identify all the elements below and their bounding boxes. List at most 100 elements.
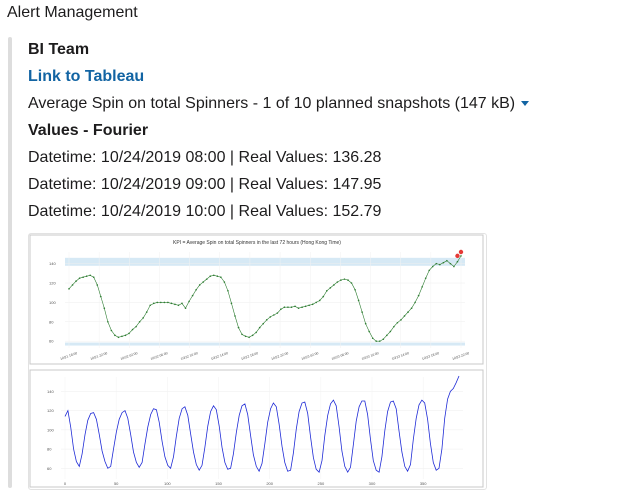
- data-point: [237, 326, 240, 329]
- y-tick-label: 100: [47, 427, 54, 432]
- tableau-link[interactable]: Link to Tableau: [28, 68, 144, 86]
- app-title: Alert Management: [7, 4, 138, 21]
- x-tick-label: 0: [64, 481, 67, 486]
- data-point: [456, 260, 459, 263]
- data-point: [308, 304, 310, 307]
- data-point: [241, 333, 243, 336]
- value-line: Datetime: 10/24/2019 08:00 | Real Values…: [28, 149, 382, 166]
- data-point: [287, 306, 289, 309]
- data-point: [290, 306, 293, 309]
- data-point: [269, 316, 272, 318]
- data-point: [152, 302, 155, 305]
- bottom-chart: 60 80 100 120 140 0 50 100 150 200 250 300 350: [29, 369, 484, 488]
- data-point: [315, 301, 318, 304]
- data-point: [265, 319, 268, 321]
- data-point: [99, 295, 102, 298]
- data-point: [304, 305, 307, 308]
- data-point: [407, 311, 409, 313]
- x-tick-label: 10/22 02:00: [120, 351, 138, 361]
- x-tick-label: 10/23 02:00: [301, 351, 319, 361]
- data-point: [96, 284, 99, 286]
- caret-down-icon[interactable]: [521, 101, 530, 107]
- x-tick-label: 10/21 18:00: [60, 351, 78, 361]
- data-point: [442, 261, 445, 264]
- data-point: [347, 279, 349, 281]
- data-point: [371, 337, 374, 340]
- data-point: [336, 281, 339, 283]
- data-point: [244, 335, 247, 338]
- data-point: [460, 255, 462, 257]
- data-point: [160, 301, 162, 304]
- x-tick-label: 10/21 22:00: [90, 351, 108, 361]
- top-grid: [65, 252, 465, 348]
- x-tick-label: 200: [266, 481, 273, 486]
- data-point: [177, 304, 180, 307]
- data-point: [114, 334, 116, 337]
- data-point: [209, 275, 212, 278]
- x-tick-label: 100: [164, 481, 171, 486]
- data-point: [163, 301, 166, 304]
- x-tick-label: 10/23 22:00: [452, 351, 470, 361]
- data-point: [311, 303, 314, 306]
- chart-image[interactable]: KPI = Average Spin on total Spinners in …: [28, 233, 487, 490]
- x-tick-label: 10/22 18:00: [240, 351, 258, 361]
- data-point: [68, 288, 70, 290]
- y-tick-label: 140: [49, 261, 56, 266]
- data-point: [75, 280, 77, 282]
- file-title: Average Spin on total Spinners - 1 of 10…: [28, 95, 516, 112]
- anomaly-point: [458, 249, 464, 255]
- data-point: [378, 340, 381, 342]
- chart-svg: KPI = Average Spin on total Spinners in …: [29, 234, 484, 488]
- data-point: [375, 340, 378, 342]
- top-chart: KPI = Average Spin on total Spinners in …: [29, 234, 484, 365]
- data-point: [82, 276, 84, 278]
- data-point: [403, 315, 406, 317]
- top-x-ticks: 10/21 18:00 10/21 22:00 10/22 02:00 10/22 0…: [60, 351, 470, 361]
- data-point: [435, 262, 438, 265]
- message-attachment: BI Team Link to Tableau Average Spin on …: [8, 37, 610, 492]
- data-point: [449, 262, 452, 265]
- value-line: Datetime: 10/24/2019 10:00 | Real Values…: [28, 203, 382, 220]
- data-point: [343, 278, 346, 280]
- bottom-series-line: [64, 375, 460, 474]
- data-point: [227, 289, 229, 292]
- data-point: [117, 336, 120, 339]
- x-tick-label: 10/23 10:00: [361, 351, 379, 361]
- y-tick-label: 120: [47, 408, 54, 413]
- file-line: Average Spin on total Spinners - 1 of 10…: [28, 95, 530, 113]
- data-point: [170, 302, 173, 305]
- data-point: [393, 325, 395, 328]
- data-point: [234, 315, 236, 317]
- x-tick-label: 10/22 14:00: [210, 351, 228, 361]
- y-tick-label: 60: [47, 466, 52, 471]
- data-point: [396, 321, 399, 324]
- data-point: [198, 284, 201, 286]
- data-point: [389, 330, 392, 333]
- data-point: [354, 288, 356, 291]
- data-point: [428, 269, 431, 272]
- data-point: [107, 320, 109, 323]
- data-point: [410, 307, 413, 310]
- data-point: [184, 307, 187, 310]
- data-point: [205, 278, 208, 280]
- data-point: [149, 304, 152, 307]
- data-point: [322, 295, 325, 298]
- top-series-line: [68, 255, 462, 342]
- x-tick-label: 10/23 06:00: [331, 351, 349, 361]
- bottom-x-ticks: 0 50 100 150 200 250 300 350: [64, 481, 427, 486]
- x-tick-label: 350: [420, 481, 427, 486]
- data-point: [223, 281, 226, 283]
- y-tick-label: 60: [49, 339, 54, 344]
- data-point: [364, 322, 367, 325]
- x-tick-label: 250: [318, 481, 325, 486]
- data-point: [103, 307, 106, 310]
- data-point: [181, 302, 183, 305]
- data-point: [446, 259, 448, 262]
- data-point: [89, 274, 91, 277]
- x-tick-label: 50: [114, 481, 119, 486]
- data-point: [340, 279, 342, 281]
- data-point: [85, 275, 88, 278]
- data-point: [262, 322, 265, 325]
- attachment-bar: [8, 37, 12, 488]
- anomaly-points: [455, 249, 464, 259]
